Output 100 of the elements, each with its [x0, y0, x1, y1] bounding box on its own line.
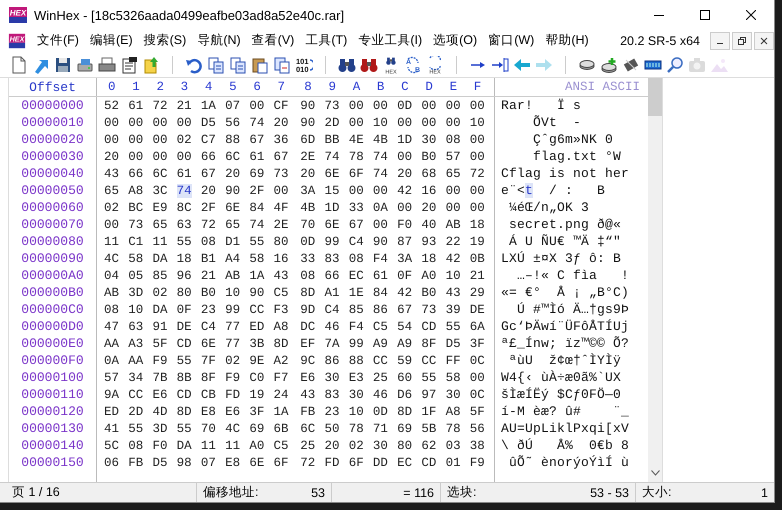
hex-byte[interactable]: 33 — [300, 252, 316, 266]
hex-byte[interactable]: 6C — [152, 166, 168, 180]
hex-byte[interactable]: 74 — [372, 150, 388, 164]
hex-byte[interactable]: 1A — [249, 268, 264, 282]
hex-byte[interactable]: 00 — [470, 150, 485, 164]
hex-byte[interactable]: 74 — [372, 166, 388, 180]
hex-byte[interactable]: F9 — [225, 370, 240, 384]
hex-byte[interactable]: 21 — [470, 268, 485, 282]
scrollbar-thumb[interactable] — [648, 78, 662, 116]
hex-byte[interactable]: 6F — [274, 456, 289, 470]
hex-byte[interactable]: CD — [421, 456, 436, 470]
hex-byte[interactable]: 00 — [348, 116, 364, 130]
hex-byte[interactable]: 00 — [274, 184, 289, 198]
hex-byte[interactable]: 73 — [128, 218, 144, 232]
hex-byte[interactable]: 59 — [397, 354, 412, 368]
cursor-byte[interactable]: 74 — [176, 184, 192, 198]
hex-byte[interactable]: 90 — [249, 286, 264, 300]
hex-byte[interactable]: ED — [104, 404, 120, 418]
menu-item[interactable]: 导航(N) — [192, 32, 247, 49]
hex-byte[interactable]: 57 — [446, 150, 461, 164]
hex-byte[interactable]: 11 — [200, 438, 216, 452]
hex-byte[interactable]: 00 — [104, 116, 120, 130]
hex-byte[interactable]: 67 — [348, 218, 364, 232]
hex-byte[interactable]: 6D — [300, 132, 316, 146]
hex-byte[interactable]: CD — [176, 388, 192, 402]
hex-byte[interactable]: 00 — [421, 98, 436, 112]
hex-byte[interactable]: 04 — [104, 268, 120, 282]
hex-byte[interactable]: 42 — [397, 286, 412, 300]
hex-byte[interactable]: 74 — [324, 150, 340, 164]
menu-item[interactable]: 工具(T) — [300, 32, 354, 49]
hex-byte[interactable]: 67 — [397, 302, 412, 316]
hex-byte[interactable]: 00 — [372, 98, 388, 112]
hex-byte[interactable]: 39 — [446, 302, 461, 316]
hex-byte[interactable]: 85 — [348, 302, 364, 316]
hex-byte[interactable]: 4C — [104, 252, 120, 266]
hex-byte[interactable]: D6 — [397, 388, 412, 402]
hex-byte[interactable]: F4 — [372, 252, 388, 266]
hex-byte[interactable]: 58 — [128, 252, 144, 266]
hex-byte[interactable]: 36 — [274, 132, 289, 146]
hex-byte[interactable]: 52 — [104, 98, 120, 112]
hex-byte[interactable]: 90 — [300, 116, 316, 130]
hex-byte[interactable]: FB — [128, 456, 144, 470]
hex-byte[interactable]: 02 — [176, 132, 192, 146]
hex-byte[interactable]: 5B — [421, 422, 436, 436]
hex-byte[interactable]: 40 — [421, 218, 436, 232]
hex-byte[interactable]: 25 — [300, 438, 316, 452]
hex-byte[interactable]: 3C — [152, 184, 168, 198]
hex-byte[interactable]: 66 — [324, 268, 340, 282]
hex-byte[interactable]: B0 — [421, 286, 436, 300]
hex-byte[interactable]: 90 — [372, 234, 388, 248]
hex-byte[interactable]: 30 — [372, 438, 388, 452]
hex-byte[interactable]: 73 — [274, 166, 289, 180]
hex-byte[interactable]: 50 — [324, 422, 340, 436]
hex-byte[interactable]: 7F — [200, 354, 216, 368]
hex-byte[interactable]: FD — [324, 456, 340, 470]
hex-byte[interactable]: 18 — [421, 252, 436, 266]
hex-byte[interactable]: 34 — [128, 370, 144, 384]
hex-byte[interactable]: DC — [300, 320, 316, 334]
hex-byte[interactable]: 0D — [372, 404, 388, 418]
hex-byte[interactable]: DE — [470, 302, 485, 316]
hex-byte[interactable]: 62 — [421, 438, 436, 452]
hex-byte[interactable]: E6 — [152, 388, 168, 402]
hex-byte[interactable]: 5F — [470, 404, 485, 418]
hex-byte[interactable]: 00 — [152, 150, 168, 164]
hex-byte[interactable]: 9E — [249, 354, 264, 368]
hex-byte[interactable]: 00 — [348, 98, 364, 112]
hex-byte[interactable]: BB — [324, 132, 340, 146]
hex-byte[interactable]: CD — [176, 336, 192, 350]
hex-byte[interactable]: 43 — [446, 286, 461, 300]
hex-byte[interactable]: 78 — [348, 150, 364, 164]
hex-byte[interactable]: 98 — [176, 456, 192, 470]
hex-byte[interactable]: 43 — [104, 166, 120, 180]
hex-byte[interactable]: 20 — [421, 200, 436, 214]
hex-byte[interactable]: 07 — [225, 98, 240, 112]
hex-byte[interactable]: 55 — [176, 354, 192, 368]
hex-byte[interactable]: 8D — [176, 404, 192, 418]
hex-byte[interactable]: 16 — [421, 184, 436, 198]
hex-byte[interactable]: 54 — [397, 320, 412, 334]
hex-byte[interactable]: 72 — [470, 166, 485, 180]
hex-byte[interactable]: 08 — [128, 438, 144, 452]
hex-byte[interactable]: 08 — [200, 234, 216, 248]
hex-byte[interactable]: 00 — [128, 116, 144, 130]
hex-byte[interactable]: 6A — [470, 320, 485, 334]
hex-byte[interactable]: 63 — [176, 218, 192, 232]
hex-byte[interactable]: 6C — [225, 150, 240, 164]
hex-byte[interactable]: 19 — [249, 388, 264, 402]
hex-byte[interactable]: 2F — [200, 200, 216, 214]
hex-byte[interactable]: 78 — [348, 422, 364, 436]
hex-byte[interactable]: DA — [152, 252, 168, 266]
hex-byte[interactable]: DA — [176, 438, 192, 452]
hex-byte[interactable]: 67 — [274, 150, 289, 164]
hex-byte[interactable]: 10 — [470, 116, 485, 130]
hex-byte[interactable]: E8 — [225, 456, 240, 470]
hex-byte[interactable]: 0B — [470, 252, 485, 266]
hex-byte[interactable]: 57 — [104, 370, 120, 384]
hex-byte[interactable]: 01 — [446, 456, 461, 470]
hex-byte[interactable]: 8D — [397, 404, 412, 418]
hex-byte[interactable]: 6F — [348, 166, 364, 180]
menu-item[interactable]: 搜索(S) — [138, 32, 192, 49]
hex-byte[interactable]: 65 — [104, 184, 120, 198]
